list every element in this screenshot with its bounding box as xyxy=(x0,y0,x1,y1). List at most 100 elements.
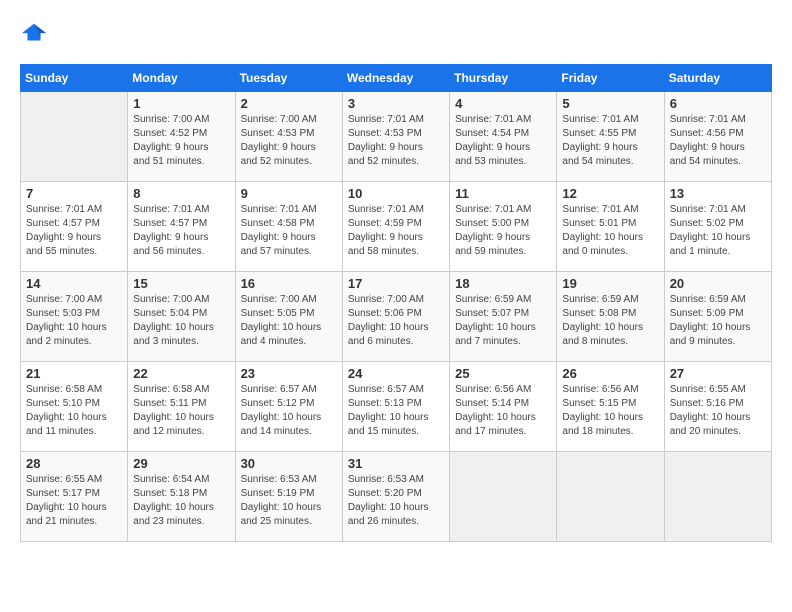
calendar-cell: 21 Sunrise: 6:58 AM Sunset: 5:10 PM Dayli… xyxy=(21,362,128,452)
day-info: Sunrise: 6:54 AM Sunset: 5:18 PM Dayligh… xyxy=(133,473,229,529)
day-number: 12 xyxy=(562,186,658,201)
day-info: Sunrise: 7:01 AM Sunset: 5:01 PM Dayligh… xyxy=(562,203,658,259)
day-info: Sunrise: 6:55 AM Sunset: 5:17 PM Dayligh… xyxy=(26,473,122,529)
day-info: Sunrise: 6:59 AM Sunset: 5:08 PM Dayligh… xyxy=(562,293,658,349)
calendar-cell: 31Sunrise: 6:53 AM Sunset: 5:20 PM Dayli… xyxy=(342,452,449,542)
calendar-week-3: 14 Sunrise: 7:00 AM Sunset: 5:03 PM Dayli… xyxy=(21,272,772,362)
day-info: Sunrise: 7:00 AM Sunset: 4:53 PM Dayligh… xyxy=(241,113,337,169)
calendar-cell xyxy=(557,452,664,542)
day-info: Sunrise: 7:01 AM Sunset: 4:59 PM Dayligh… xyxy=(348,203,444,259)
day-number: 20 xyxy=(670,276,766,291)
day-number: 15 xyxy=(133,276,229,291)
calendar-cell: 13 Sunrise: 7:01 AM Sunset: 5:02 PM Dayli… xyxy=(664,182,771,272)
day-number: 1 xyxy=(133,96,229,111)
day-number: 9 xyxy=(241,186,337,201)
day-number: 4 xyxy=(455,96,551,111)
day-info: Sunrise: 7:00 AM Sunset: 5:04 PM Dayligh… xyxy=(133,293,229,349)
calendar-week-2: 7 Sunrise: 7:01 AM Sunset: 4:57 PM Daylig… xyxy=(21,182,772,272)
calendar-cell: 19 Sunrise: 6:59 AM Sunset: 5:08 PM Dayli… xyxy=(557,272,664,362)
calendar-cell xyxy=(21,92,128,182)
calendar-week-5: 28 Sunrise: 6:55 AM Sunset: 5:17 PM Dayli… xyxy=(21,452,772,542)
page-header xyxy=(20,20,772,48)
calendar-cell: 5Sunrise: 7:01 AM Sunset: 4:55 PM Daylig… xyxy=(557,92,664,182)
calendar-cell xyxy=(664,452,771,542)
calendar-cell: 2 Sunrise: 7:00 AM Sunset: 4:53 PM Daylig… xyxy=(235,92,342,182)
logo-icon xyxy=(20,20,48,48)
header-cell-saturday: Saturday xyxy=(664,65,771,92)
calendar-cell: 23 Sunrise: 6:57 AM Sunset: 5:12 PM Dayli… xyxy=(235,362,342,452)
calendar-cell: 27Sunrise: 6:55 AM Sunset: 5:16 PM Dayli… xyxy=(664,362,771,452)
calendar-cell: 11 Sunrise: 7:01 AM Sunset: 5:00 PM Dayli… xyxy=(450,182,557,272)
day-number: 24 xyxy=(348,366,444,381)
day-number: 22 xyxy=(133,366,229,381)
day-number: 13 xyxy=(670,186,766,201)
calendar-cell: 28 Sunrise: 6:55 AM Sunset: 5:17 PM Dayli… xyxy=(21,452,128,542)
day-number: 3 xyxy=(348,96,444,111)
day-info: Sunrise: 7:01 AM Sunset: 5:02 PM Dayligh… xyxy=(670,203,766,259)
day-number: 2 xyxy=(241,96,337,111)
calendar-cell: 6 Sunrise: 7:01 AM Sunset: 4:56 PM Daylig… xyxy=(664,92,771,182)
header-cell-friday: Friday xyxy=(557,65,664,92)
day-number: 18 xyxy=(455,276,551,291)
header-cell-tuesday: Tuesday xyxy=(235,65,342,92)
day-number: 26 xyxy=(562,366,658,381)
day-info: Sunrise: 7:01 AM Sunset: 4:58 PM Dayligh… xyxy=(241,203,337,259)
calendar-cell: 1 Sunrise: 7:00 AM Sunset: 4:52 PM Daylig… xyxy=(128,92,235,182)
calendar-cell: 20Sunrise: 6:59 AM Sunset: 5:09 PM Dayli… xyxy=(664,272,771,362)
day-info: Sunrise: 6:56 AM Sunset: 5:15 PM Dayligh… xyxy=(562,383,658,439)
day-info: Sunrise: 6:57 AM Sunset: 5:12 PM Dayligh… xyxy=(241,383,337,439)
day-info: Sunrise: 6:57 AM Sunset: 5:13 PM Dayligh… xyxy=(348,383,444,439)
calendar-cell: 18 Sunrise: 6:59 AM Sunset: 5:07 PM Dayli… xyxy=(450,272,557,362)
day-info: Sunrise: 7:01 AM Sunset: 4:55 PM Dayligh… xyxy=(562,113,658,169)
calendar-cell: 7Sunrise: 7:01 AM Sunset: 4:57 PM Daylig… xyxy=(21,182,128,272)
calendar-cell: 17Sunrise: 7:00 AM Sunset: 5:06 PM Dayli… xyxy=(342,272,449,362)
day-number: 31 xyxy=(348,456,444,471)
calendar-cell: 14 Sunrise: 7:00 AM Sunset: 5:03 PM Dayli… xyxy=(21,272,128,362)
logo xyxy=(20,20,52,48)
day-info: Sunrise: 7:01 AM Sunset: 4:56 PM Dayligh… xyxy=(670,113,766,169)
header-row: SundayMondayTuesdayWednesdayThursdayFrid… xyxy=(21,65,772,92)
day-info: Sunrise: 6:55 AM Sunset: 5:16 PM Dayligh… xyxy=(670,383,766,439)
calendar-cell: 4Sunrise: 7:01 AM Sunset: 4:54 PM Daylig… xyxy=(450,92,557,182)
header-cell-wednesday: Wednesday xyxy=(342,65,449,92)
day-number: 16 xyxy=(241,276,337,291)
day-number: 21 xyxy=(26,366,122,381)
day-number: 30 xyxy=(241,456,337,471)
day-info: Sunrise: 7:01 AM Sunset: 4:57 PM Dayligh… xyxy=(133,203,229,259)
calendar-week-1: 1 Sunrise: 7:00 AM Sunset: 4:52 PM Daylig… xyxy=(21,92,772,182)
calendar-cell: 12 Sunrise: 7:01 AM Sunset: 5:01 PM Dayli… xyxy=(557,182,664,272)
calendar-cell: 15 Sunrise: 7:00 AM Sunset: 5:04 PM Dayli… xyxy=(128,272,235,362)
day-number: 14 xyxy=(26,276,122,291)
calendar-cell: 22 Sunrise: 6:58 AM Sunset: 5:11 PM Dayli… xyxy=(128,362,235,452)
calendar-cell: 25Sunrise: 6:56 AM Sunset: 5:14 PM Dayli… xyxy=(450,362,557,452)
calendar-cell: 10 Sunrise: 7:01 AM Sunset: 4:59 PM Dayli… xyxy=(342,182,449,272)
day-number: 28 xyxy=(26,456,122,471)
day-number: 6 xyxy=(670,96,766,111)
day-number: 19 xyxy=(562,276,658,291)
day-number: 25 xyxy=(455,366,551,381)
day-number: 23 xyxy=(241,366,337,381)
calendar-cell: 8 Sunrise: 7:01 AM Sunset: 4:57 PM Daylig… xyxy=(128,182,235,272)
calendar-cell: 3 Sunrise: 7:01 AM Sunset: 4:53 PM Daylig… xyxy=(342,92,449,182)
calendar-header: SundayMondayTuesdayWednesdayThursdayFrid… xyxy=(21,65,772,92)
calendar-cell: 26 Sunrise: 6:56 AM Sunset: 5:15 PM Dayli… xyxy=(557,362,664,452)
calendar-week-4: 21 Sunrise: 6:58 AM Sunset: 5:10 PM Dayli… xyxy=(21,362,772,452)
day-info: Sunrise: 7:01 AM Sunset: 5:00 PM Dayligh… xyxy=(455,203,551,259)
day-info: Sunrise: 6:58 AM Sunset: 5:10 PM Dayligh… xyxy=(26,383,122,439)
calendar-body: 1 Sunrise: 7:00 AM Sunset: 4:52 PM Daylig… xyxy=(21,92,772,542)
day-number: 7 xyxy=(26,186,122,201)
day-number: 29 xyxy=(133,456,229,471)
day-info: Sunrise: 6:58 AM Sunset: 5:11 PM Dayligh… xyxy=(133,383,229,439)
day-number: 11 xyxy=(455,186,551,201)
calendar-cell xyxy=(450,452,557,542)
day-info: Sunrise: 6:59 AM Sunset: 5:07 PM Dayligh… xyxy=(455,293,551,349)
day-number: 10 xyxy=(348,186,444,201)
header-cell-sunday: Sunday xyxy=(21,65,128,92)
day-info: Sunrise: 7:01 AM Sunset: 4:53 PM Dayligh… xyxy=(348,113,444,169)
calendar-cell: 24 Sunrise: 6:57 AM Sunset: 5:13 PM Dayli… xyxy=(342,362,449,452)
header-cell-thursday: Thursday xyxy=(450,65,557,92)
day-info: Sunrise: 6:53 AM Sunset: 5:19 PM Dayligh… xyxy=(241,473,337,529)
day-info: Sunrise: 7:00 AM Sunset: 5:03 PM Dayligh… xyxy=(26,293,122,349)
day-number: 8 xyxy=(133,186,229,201)
day-info: Sunrise: 7:00 AM Sunset: 4:52 PM Dayligh… xyxy=(133,113,229,169)
